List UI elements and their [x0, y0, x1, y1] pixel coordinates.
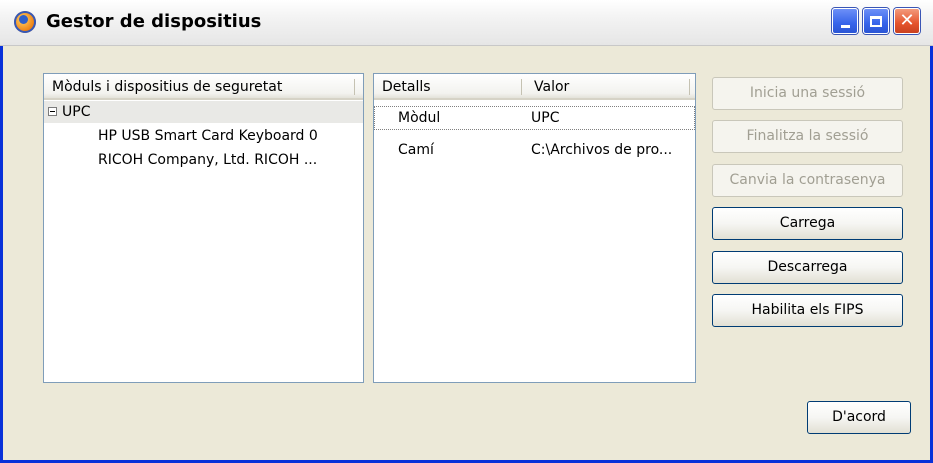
dialog-content: Mòduls i dispositius de seguretat UPC HP…: [11, 54, 924, 456]
modules-tree[interactable]: Mòduls i dispositius de seguretat UPC HP…: [43, 73, 364, 383]
tree-collapse-icon[interactable]: [48, 107, 57, 116]
modules-column-header[interactable]: Mòduls i dispositius de seguretat: [44, 74, 363, 100]
login-button[interactable]: Inicia una sessió: [712, 77, 903, 110]
load-button[interactable]: Carrega: [712, 207, 903, 240]
column-separator[interactable]: [354, 79, 355, 95]
device-manager-window: Gestor de dispositius ✕ Mòduls i disposi…: [0, 0, 933, 463]
close-button[interactable]: ✕: [894, 8, 920, 34]
maximize-button[interactable]: [863, 8, 889, 34]
detail-value: UPC: [531, 110, 560, 126]
close-icon: ✕: [899, 10, 915, 31]
table-row[interactable]: Mòdul UPC: [374, 106, 695, 130]
logout-button[interactable]: Finalitza la sessió: [712, 120, 903, 153]
value-column-header-label: Valor: [534, 79, 570, 95]
detail-key: Camí: [398, 142, 434, 158]
column-separator[interactable]: [689, 79, 690, 95]
enable-fips-button[interactable]: Habilita els FIPS: [712, 294, 903, 327]
maximize-icon: [870, 15, 882, 27]
minimize-icon: [840, 24, 850, 28]
value-column-header[interactable]: Valor: [522, 74, 695, 100]
detail-key: Mòdul: [398, 110, 441, 126]
tree-item-label: RICOH Company, Ltd. RICOH ...: [98, 152, 318, 168]
tree-item-label: HP USB Smart Card Keyboard 0: [98, 128, 318, 144]
tree-item-upc[interactable]: UPC: [44, 101, 363, 123]
minimize-button[interactable]: [832, 8, 858, 34]
table-row[interactable]: Camí C:\Archivos de pro...: [374, 138, 695, 162]
modules-column-header-label: Mòduls i dispositius de seguretat: [52, 79, 283, 95]
title-bar[interactable]: Gestor de dispositius ✕: [0, 0, 933, 46]
tree-item-label: UPC: [62, 104, 91, 120]
ok-button[interactable]: D'acord: [807, 401, 911, 434]
change-password-button[interactable]: Canvia la contrasenya: [712, 164, 903, 197]
window-title: Gestor de dispositius: [46, 11, 262, 32]
unload-button[interactable]: Descarrega: [712, 251, 903, 284]
details-column-header-label: Detalls: [382, 79, 431, 95]
details-table[interactable]: Detalls Valor Mòdul UPC Camí C:\Archivos…: [373, 73, 696, 383]
firefox-icon: [14, 11, 36, 33]
details-column-header[interactable]: Detalls: [374, 74, 522, 100]
detail-value: C:\Archivos de pro...: [531, 142, 673, 158]
